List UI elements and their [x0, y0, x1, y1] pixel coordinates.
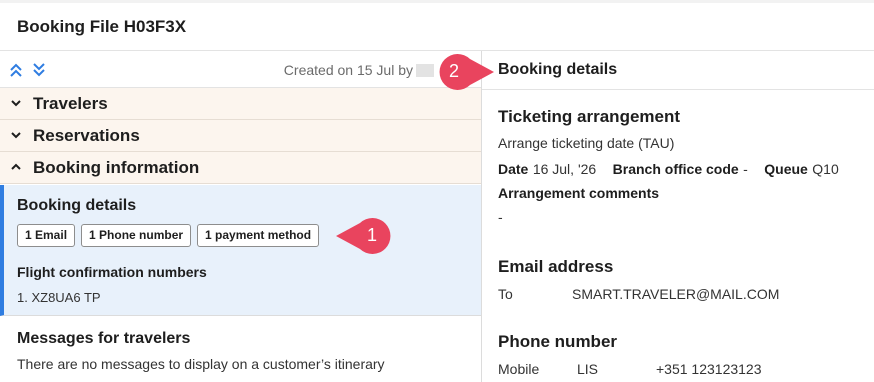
right-panel-title: Booking details: [498, 61, 618, 78]
created-info: Created on 15 Jul by: [283, 62, 413, 78]
flight-confirmation-heading: Flight confirmation numbers: [17, 264, 207, 280]
booking-details-card[interactable]: Booking details 1 Email 1 Phone number 1…: [0, 185, 481, 316]
comments-value: -: [498, 209, 503, 225]
expand-all-icon[interactable]: [32, 62, 46, 78]
chevron-down-icon: [11, 100, 21, 107]
phone-value: +351 123123123: [656, 361, 762, 377]
booking-details-heading: Booking details: [17, 197, 137, 214]
branch-label: Branch office code: [612, 161, 739, 177]
messages-heading: Messages for travelers: [17, 330, 191, 347]
chevron-down-icon: [11, 132, 21, 139]
callout-number: 2: [448, 61, 459, 81]
date-label: Date: [498, 161, 529, 177]
ticketing-heading: Ticketing arrangement: [498, 107, 681, 126]
email-value: SMART.TRAVELER@MAIL.COM: [572, 286, 780, 302]
payment-chip[interactable]: 1 payment method: [197, 224, 320, 247]
section-label: Booking information: [33, 158, 200, 177]
ticketing-block: Ticketing arrangement: [498, 107, 680, 127]
messages-section[interactable]: Messages for travelers There are no mess…: [0, 317, 481, 382]
branch-value: -: [743, 161, 748, 177]
email-heading: Email address: [498, 257, 614, 276]
queue-value: Q10: [812, 161, 839, 177]
phone-type: Mobile: [498, 361, 540, 377]
callout-number: 1: [366, 225, 377, 245]
contact-chips: 1 Email 1 Phone number 1 payment method: [17, 224, 320, 247]
section-label: Travelers: [33, 94, 108, 113]
title-bar: Booking File H03F3X: [0, 3, 874, 51]
right-panel: Booking details Ticketing arrangement Ar…: [482, 51, 874, 382]
section-reservations[interactable]: Reservations: [0, 120, 481, 152]
left-panel: Created on 15 Jul by Travelers Reservati…: [0, 51, 482, 382]
callout-2: 2: [428, 54, 494, 90]
page-title: Booking File H03F3X: [17, 17, 187, 36]
section-label: Reservations: [33, 126, 140, 145]
chevron-up-icon: [11, 163, 21, 170]
email-type: To: [498, 286, 513, 302]
queue-label: Queue: [764, 161, 808, 177]
callout-1: 1: [336, 218, 400, 254]
ticketing-arrangement: Arrange ticketing date (TAU): [498, 135, 675, 151]
phone-heading: Phone number: [498, 332, 618, 351]
section-travelers[interactable]: Travelers: [0, 88, 481, 120]
section-booking-information[interactable]: Booking information: [0, 152, 481, 184]
date-value: 16 Jul, '26: [532, 161, 597, 177]
phone-chip[interactable]: 1 Phone number: [81, 224, 192, 247]
email-chip[interactable]: 1 Email: [17, 224, 76, 247]
left-toolbar: Created on 15 Jul by: [0, 51, 481, 88]
ticketing-row: Date 16 Jul, '26 Branch office code - Qu…: [498, 161, 839, 179]
right-panel-header: Booking details: [482, 51, 874, 90]
collapse-all-icon[interactable]: [9, 62, 23, 78]
comments-label: Arrangement comments: [498, 185, 660, 201]
messages-text: There are no messages to display on a cu…: [17, 356, 385, 372]
flight-confirmation-value: 1. XZ8UA6 TP: [17, 290, 101, 305]
phone-location: LIS: [577, 361, 599, 377]
